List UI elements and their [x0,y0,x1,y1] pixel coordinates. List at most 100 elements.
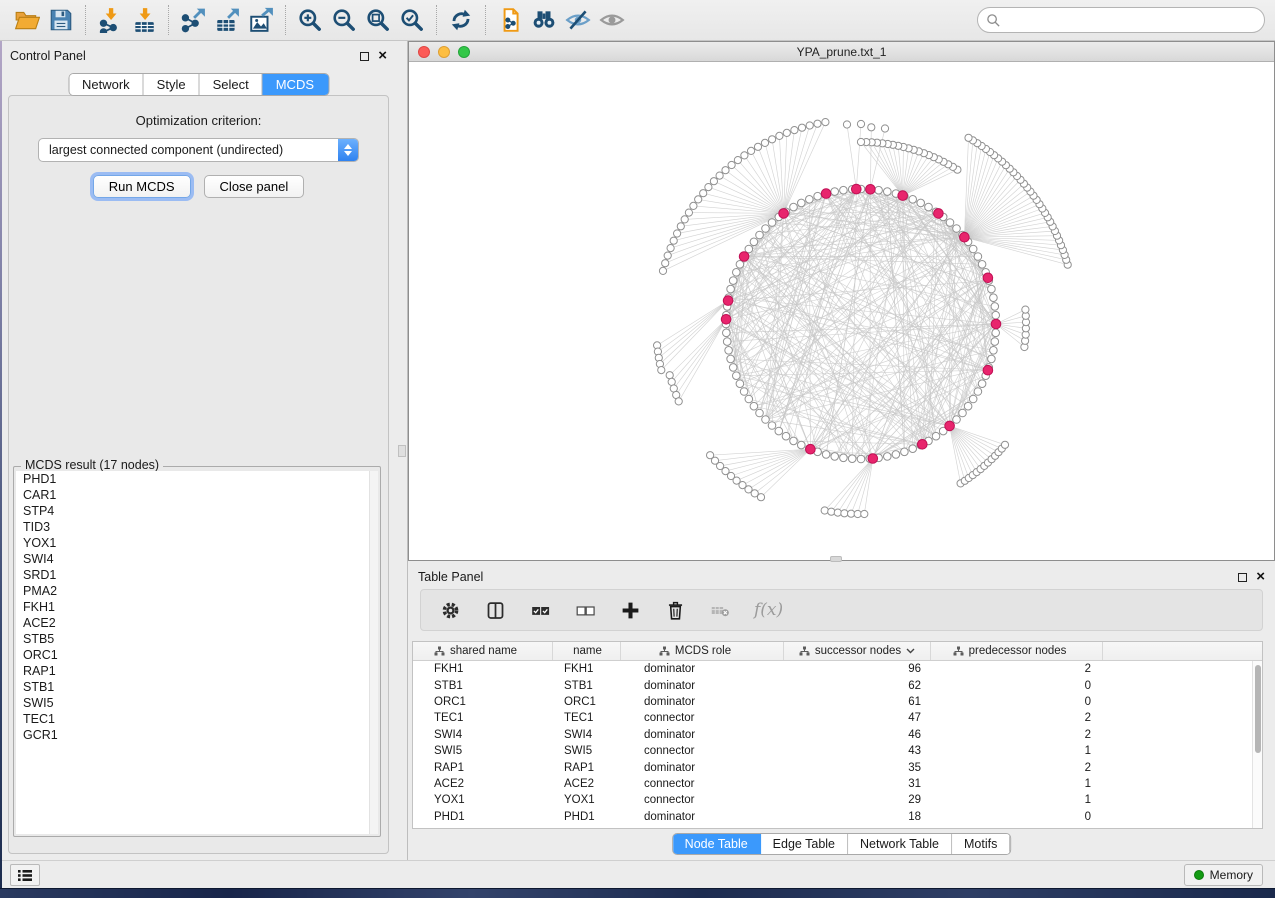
table-row[interactable]: SWI5 SWI5 connector 43 1 [413,743,1252,759]
mcds-result-item[interactable]: TEC1 [16,711,378,727]
zoom-in-icon[interactable] [293,5,327,35]
cell-name[interactable]: YOX1 [553,792,621,808]
table-tab[interactable]: Edge Table [761,834,848,854]
show-columns-icon[interactable] [484,599,506,621]
horizontal-splitter-grip[interactable] [830,556,842,562]
table-row[interactable]: ACE2 ACE2 connector 31 1 [413,776,1252,792]
table-scrollbar-thumb[interactable] [1255,665,1261,753]
cell-name[interactable]: TEC1 [553,710,621,726]
table-scrollbar[interactable] [1252,661,1262,828]
column-header[interactable]: name [553,642,621,660]
hide-selected-icon[interactable] [561,5,595,35]
cell-successor-nodes[interactable]: 61 [784,694,931,710]
open-file-icon[interactable] [10,5,44,35]
cell-mcds-role[interactable]: dominator [621,727,784,743]
cell-predecessor-nodes[interactable]: 1 [931,743,1103,759]
cell-name[interactable]: SWI4 [553,727,621,743]
find-icon[interactable] [527,5,561,35]
mcds-result-item[interactable]: TID3 [16,519,378,535]
cell-shared-name[interactable]: SWI5 [413,743,553,759]
cell-predecessor-nodes[interactable]: 1 [931,792,1103,808]
deselect-all-checkboxes-icon[interactable] [574,599,596,621]
vertical-splitter[interactable] [397,41,408,860]
cell-predecessor-nodes[interactable]: 0 [931,694,1103,710]
cell-name[interactable]: RAP1 [553,759,621,775]
float-panel-icon[interactable] [360,52,369,61]
mcds-result-item[interactable]: STB5 [16,631,378,647]
column-header[interactable]: shared name [413,642,553,660]
zoom-out-icon[interactable] [327,5,361,35]
table-row[interactable]: RAP1 RAP1 dominator 35 2 [413,759,1252,775]
cell-shared-name[interactable]: RAP1 [413,759,553,775]
mcds-result-item[interactable]: GCR1 [16,727,378,743]
control-panel-tab[interactable]: MCDS [263,74,328,95]
mcds-result-item[interactable]: PMA2 [16,583,378,599]
column-header[interactable]: predecessor nodes [931,642,1103,660]
control-panel-tab[interactable]: Select [200,74,263,95]
cell-mcds-role[interactable]: dominator [621,759,784,775]
run-mcds-button[interactable]: Run MCDS [93,175,191,198]
cell-shared-name[interactable]: ORC1 [413,694,553,710]
cell-name[interactable]: STB1 [553,677,621,693]
mcds-result-item[interactable]: YOX1 [16,535,378,551]
column-header[interactable]: successor nodes [784,642,931,660]
table-row[interactable]: STB1 STB1 dominator 62 0 [413,677,1252,693]
cell-mcds-role[interactable]: connector [621,743,784,759]
cell-mcds-role[interactable]: dominator [621,809,784,825]
clone-network-icon[interactable] [493,5,527,35]
cell-mcds-role[interactable]: connector [621,710,784,726]
cell-successor-nodes[interactable]: 18 [784,809,931,825]
import-table-icon[interactable] [127,5,161,35]
cell-shared-name[interactable]: ACE2 [413,776,553,792]
table-row[interactable]: SWI4 SWI4 dominator 46 2 [413,727,1252,743]
cell-predecessor-nodes[interactable]: 2 [931,710,1103,726]
mcds-result-item[interactable]: SWI5 [16,695,378,711]
mcds-result-list[interactable]: PHD1CAR1STP4TID3YOX1SWI4SRD1PMA2FKH1ACE2… [16,471,378,834]
mcds-result-item[interactable]: PHD1 [16,471,378,487]
table-tab[interactable]: Motifs [952,834,1010,854]
delete-column-icon[interactable] [664,599,686,621]
apply-layout-icon[interactable] [444,5,478,35]
cell-mcds-role[interactable]: dominator [621,677,784,693]
float-table-panel-icon[interactable] [1238,573,1247,582]
cell-successor-nodes[interactable]: 43 [784,743,931,759]
close-window-icon[interactable] [418,46,430,58]
cell-shared-name[interactable]: YOX1 [413,792,553,808]
cell-successor-nodes[interactable]: 31 [784,776,931,792]
splitter-grip[interactable] [398,445,406,457]
cell-predecessor-nodes[interactable]: 0 [931,677,1103,693]
network-window-titlebar[interactable]: YPA_prune.txt_1 [409,42,1274,62]
cell-successor-nodes[interactable]: 29 [784,792,931,808]
add-column-icon[interactable] [619,599,641,621]
panel-menu-button[interactable] [10,864,40,886]
cell-shared-name[interactable]: FKH1 [413,661,553,677]
mcds-list-scrollbar[interactable] [369,471,378,834]
criterion-dropdown[interactable]: largest connected component (undirected) [38,138,359,162]
table-row[interactable]: YOX1 YOX1 connector 29 1 [413,792,1252,808]
control-panel-tab[interactable]: Style [144,74,200,95]
cell-name[interactable]: PHD1 [553,809,621,825]
import-network-icon[interactable] [93,5,127,35]
cell-mcds-role[interactable]: dominator [621,694,784,710]
mcds-result-item[interactable]: SWI4 [16,551,378,567]
cell-mcds-role[interactable]: connector [621,792,784,808]
export-network-icon[interactable] [176,5,210,35]
dropdown-stepper-icon[interactable] [338,139,358,161]
mcds-result-item[interactable]: SRD1 [16,567,378,583]
cell-successor-nodes[interactable]: 35 [784,759,931,775]
close-panel-button[interactable]: Close panel [204,175,305,198]
cell-name[interactable]: FKH1 [553,661,621,677]
minimize-window-icon[interactable] [438,46,450,58]
table-row[interactable]: PHD1 PHD1 dominator 18 0 [413,809,1252,825]
select-all-checkboxes-icon[interactable] [529,599,551,621]
cell-predecessor-nodes[interactable]: 1 [931,776,1103,792]
table-options-gear-icon[interactable] [439,599,461,621]
save-session-icon[interactable] [44,5,78,35]
cell-mcds-role[interactable]: dominator [621,661,784,677]
cell-shared-name[interactable]: SWI4 [413,727,553,743]
close-panel-icon[interactable]: × [378,51,387,61]
search-input[interactable] [1001,13,1256,27]
show-all-icon[interactable] [595,5,629,35]
mcds-result-item[interactable]: FKH1 [16,599,378,615]
table-row[interactable]: ORC1 ORC1 dominator 61 0 [413,694,1252,710]
